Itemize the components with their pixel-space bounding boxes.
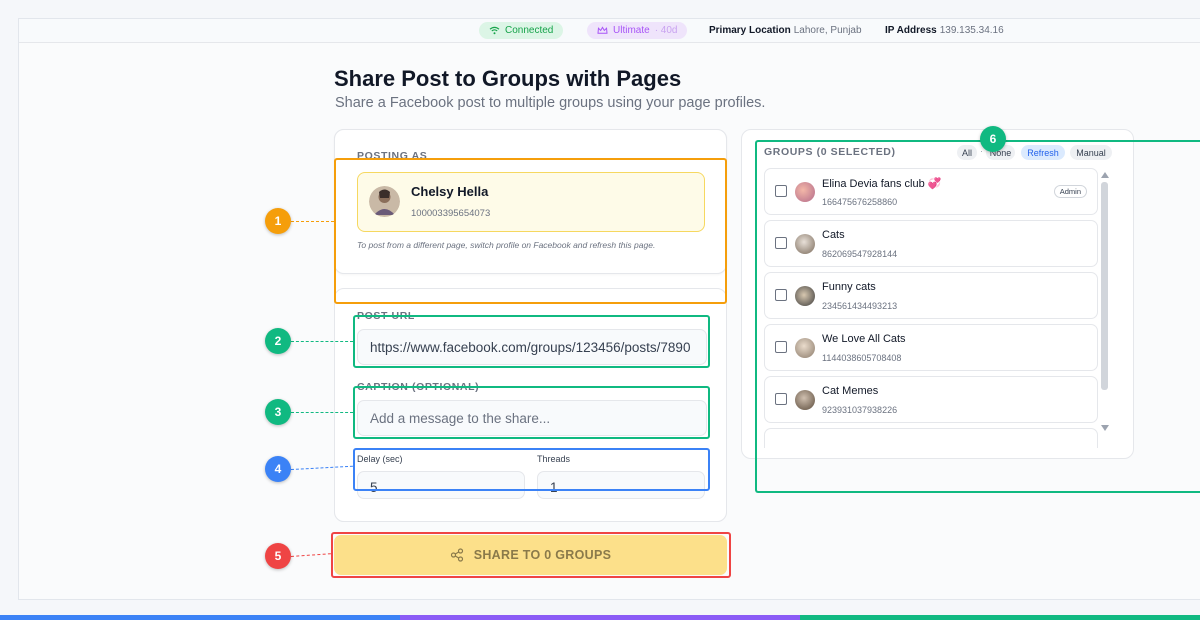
connected-badge: Connected	[479, 22, 564, 39]
plan-badge: Ultimate · 40d	[587, 22, 688, 39]
callout-badge-5: 5	[265, 543, 291, 569]
callout-badge-1: 1	[265, 208, 291, 234]
crown-icon	[597, 26, 608, 34]
callout-box-6	[755, 140, 1200, 493]
wifi-icon	[489, 26, 500, 35]
callout-badge-2: 2	[265, 328, 291, 354]
callout-box-2	[353, 315, 710, 368]
page-subtitle: Share a Facebook post to multiple groups…	[335, 95, 766, 111]
plan-label: Ultimate	[613, 25, 650, 36]
callout-badge-6: 6	[980, 126, 1006, 152]
status-bar: Connected Ultimate · 40d Primary Locatio…	[19, 19, 1200, 43]
ip-address: IP Address 139.135.34.16	[885, 25, 1004, 36]
connected-label: Connected	[505, 25, 554, 36]
callout-box-5	[331, 532, 731, 578]
plan-days: · 40d	[654, 25, 678, 36]
callout-line-2	[291, 341, 353, 342]
primary-location: Primary Location Lahore, Punjab	[709, 25, 862, 36]
callout-line-3	[291, 412, 353, 413]
bottom-gradient-bar	[0, 615, 1200, 620]
callout-box-3	[353, 386, 710, 439]
callout-line-1	[291, 221, 334, 222]
page-title: Share Post to Groups with Pages	[334, 66, 682, 91]
callout-box-4	[353, 448, 710, 491]
callout-box-1	[334, 158, 727, 304]
callout-badge-3: 3	[265, 399, 291, 425]
callout-badge-4: 4	[265, 456, 291, 482]
